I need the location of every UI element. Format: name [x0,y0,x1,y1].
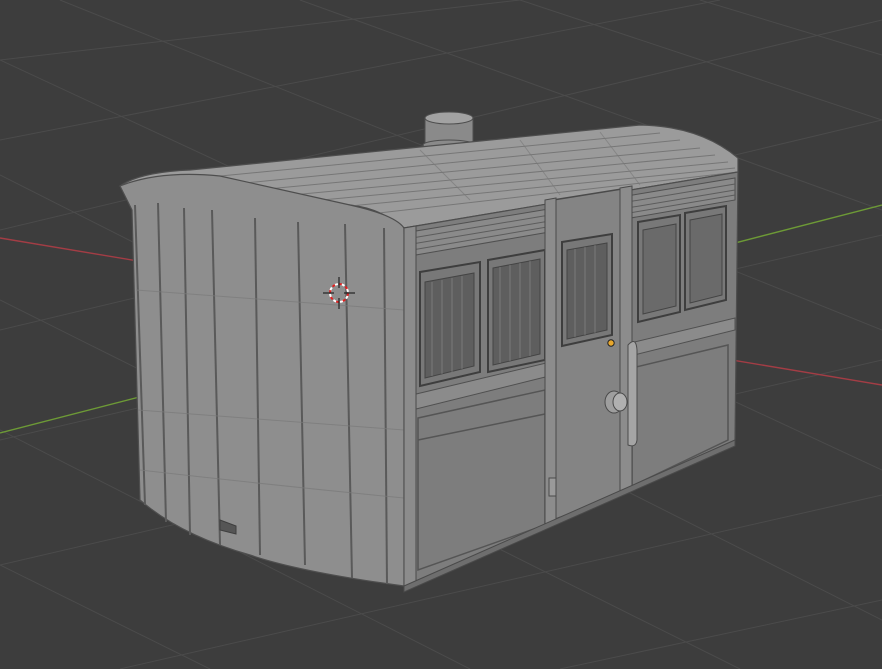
door-handle-rail[interactable] [627,340,638,447]
3d-viewport[interactable] [0,0,882,669]
origin-dot[interactable] [607,339,615,347]
carriage-body[interactable] [118,111,739,593]
viewport-canvas[interactable] [0,0,882,669]
door-handle-knob[interactable] [604,390,628,414]
door-hinge [548,477,557,497]
